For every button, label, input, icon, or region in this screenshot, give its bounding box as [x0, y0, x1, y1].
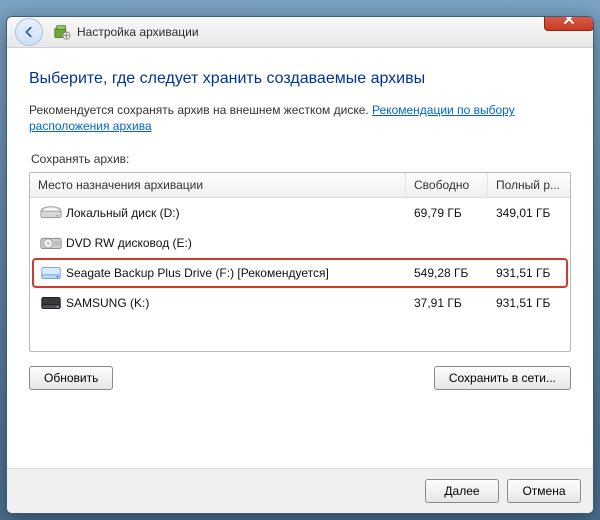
- drive-total: 931,51 ГБ: [488, 266, 570, 280]
- save-archive-label: Сохранять архив:: [31, 152, 571, 166]
- list-item[interactable]: DVD RW дисковод (E:): [30, 228, 570, 258]
- drive-free: 549,28 ГБ: [406, 266, 488, 280]
- wizard-window: Настройка архивации Выберите, где следуе…: [6, 16, 594, 514]
- close-button[interactable]: [544, 16, 594, 31]
- close-icon: [563, 16, 575, 25]
- list-item[interactable]: SAMSUNG (K:)37,91 ГБ931,51 ГБ: [30, 288, 570, 318]
- drive-name: Seagate Backup Plus Drive (F:) [Рекоменд…: [66, 266, 406, 280]
- window-title: Настройка архивации: [77, 25, 199, 39]
- list-item[interactable]: Локальный диск (D:)69,79 ГБ349,01 ГБ: [30, 198, 570, 228]
- save-to-network-button[interactable]: Сохранить в сети...: [434, 366, 571, 390]
- list-item[interactable]: Seagate Backup Plus Drive (F:) [Рекоменд…: [30, 258, 570, 288]
- back-button[interactable]: [15, 18, 43, 46]
- drive-icon: [36, 203, 66, 223]
- drive-free: 69,79 ГБ: [406, 206, 488, 220]
- drive-name: DVD RW дисковод (E:): [66, 236, 406, 250]
- wizard-footer: Далее Отмена: [7, 468, 593, 513]
- next-button[interactable]: Далее: [425, 479, 499, 503]
- cancel-button[interactable]: Отмена: [507, 479, 581, 503]
- drive-total: 931,51 ГБ: [488, 296, 570, 310]
- drive-name: Локальный диск (D:): [66, 206, 406, 220]
- destination-list: Место назначения архивации Свободно Полн…: [29, 172, 571, 352]
- col-free[interactable]: Свободно: [406, 173, 488, 197]
- drive-total: 349,01 ГБ: [488, 206, 570, 220]
- titlebar: Настройка архивации: [7, 17, 593, 48]
- hint-text: Рекомендуется сохранять архив на внешнем…: [29, 103, 372, 117]
- drive-name: SAMSUNG (K:): [66, 296, 406, 310]
- arrow-left-icon: [22, 25, 36, 39]
- page-heading: Выберите, где следует хранить создаваемы…: [29, 70, 571, 88]
- wizard-body: Выберите, где следует хранить создаваемы…: [7, 48, 593, 390]
- refresh-button[interactable]: Обновить: [29, 366, 113, 390]
- col-destination[interactable]: Место назначения архивации: [30, 173, 406, 197]
- drive-icon: [36, 293, 66, 313]
- drive-icon: [36, 263, 66, 283]
- backup-config-icon: [53, 23, 71, 41]
- list-header: Место назначения архивации Свободно Полн…: [30, 173, 570, 198]
- col-total[interactable]: Полный р...: [488, 173, 570, 197]
- drive-free: 37,91 ГБ: [406, 296, 488, 310]
- drive-icon: [36, 233, 66, 253]
- recommendation-text: Рекомендуется сохранять архив на внешнем…: [29, 102, 571, 134]
